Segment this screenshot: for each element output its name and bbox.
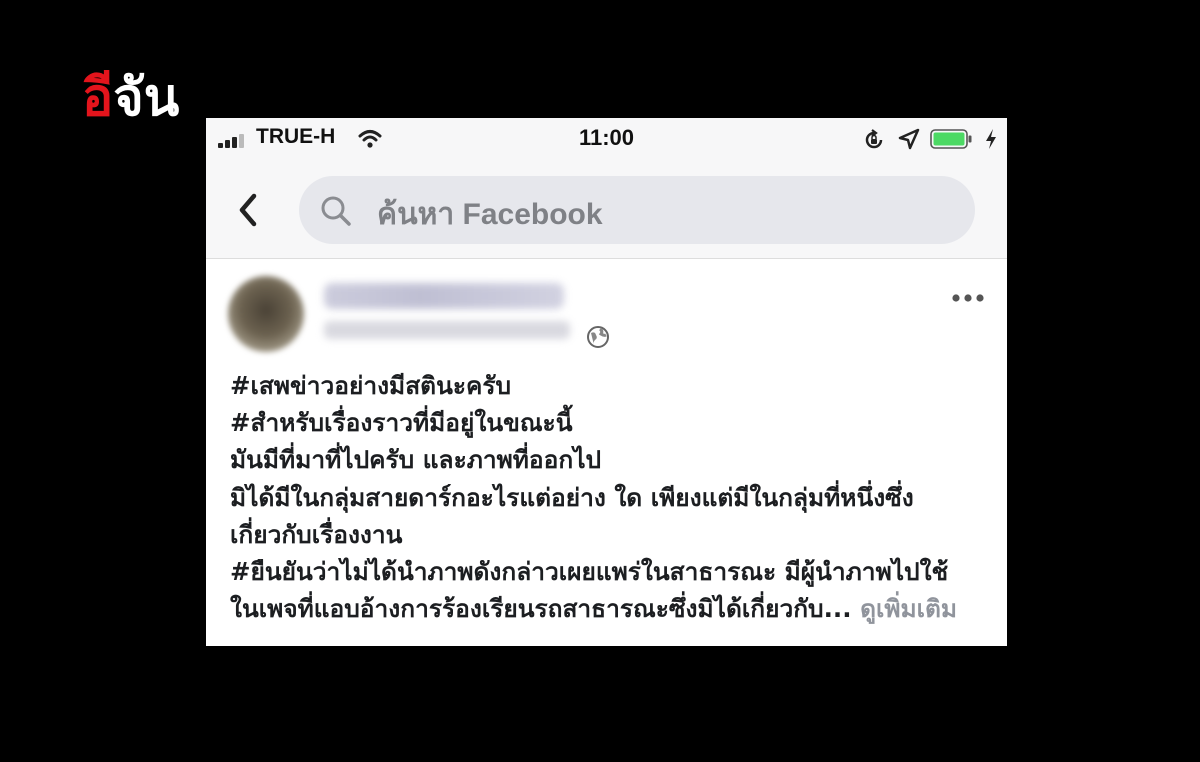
more-options-icon[interactable] <box>951 293 985 303</box>
post-timestamp-blurred <box>324 321 570 339</box>
post-text-last-line: ในเพจที่แอบอ้างการร้องเรียนรถสาธารณะซึ่ง… <box>230 590 990 627</box>
post-text-line: มันมีที่มาที่ไปครับ และภาพที่ออกไป <box>230 445 602 475</box>
orientation-lock-icon <box>865 129 883 149</box>
search-placeholder: ค้นหา Facebook <box>377 198 603 231</box>
charging-bolt-icon <box>986 129 996 149</box>
post-text-truncated: ในเพจที่แอบอ้างการร้องเรียนรถสาธารณะซึ่ง… <box>230 594 852 624</box>
post-text: #เสพข่าวอย่างมีสตินะครับ #สำหรับเรื่องรา… <box>230 367 990 627</box>
post-text-line: เกี่ยวกับเรื่องงาน <box>230 519 403 549</box>
status-time: 11:00 <box>578 125 635 150</box>
avatar[interactable] <box>228 276 304 352</box>
post-text-line: #เสพข่าวอย่างมีสตินะครับ <box>230 371 512 400</box>
battery-icon <box>930 129 972 149</box>
post-text-line: #ยืนยันว่าไม่ได้นำภาพดังกล่าวเผยแพร่ในสา… <box>230 557 949 587</box>
post-text-line: #สำหรับเรื่องราวที่มีอยู่ในขณะนี้ <box>230 408 573 438</box>
search-input[interactable]: ค้นหา Facebook <box>299 176 975 244</box>
location-arrow-icon <box>898 128 920 150</box>
see-more-link[interactable]: ดูเพิ่มเติม <box>860 594 957 623</box>
logo-part-white: จัน <box>113 68 180 128</box>
globe-icon <box>587 326 609 348</box>
site-logo: อีจัน <box>82 58 179 138</box>
back-arrow-icon[interactable] <box>236 192 260 228</box>
phone-screenshot: TRUE-H 11:00 ค้นหา Facebook #เสพข่าวอย่า… <box>206 118 1007 646</box>
search-icon <box>321 196 351 226</box>
facebook-post: #เสพข่าวอย่างมีสตินะครับ #สำหรับเรื่องรา… <box>206 259 1007 646</box>
search-header: ค้นหา Facebook <box>206 162 1007 259</box>
author-name-blurred[interactable] <box>324 283 564 309</box>
post-text-line: มิได้มีในกลุ่มสายดาร์กอะไรแต่อย่าง ใด เพ… <box>230 482 914 512</box>
logo-part-red: อี <box>82 68 114 128</box>
status-bar: TRUE-H 11:00 <box>206 118 1007 162</box>
